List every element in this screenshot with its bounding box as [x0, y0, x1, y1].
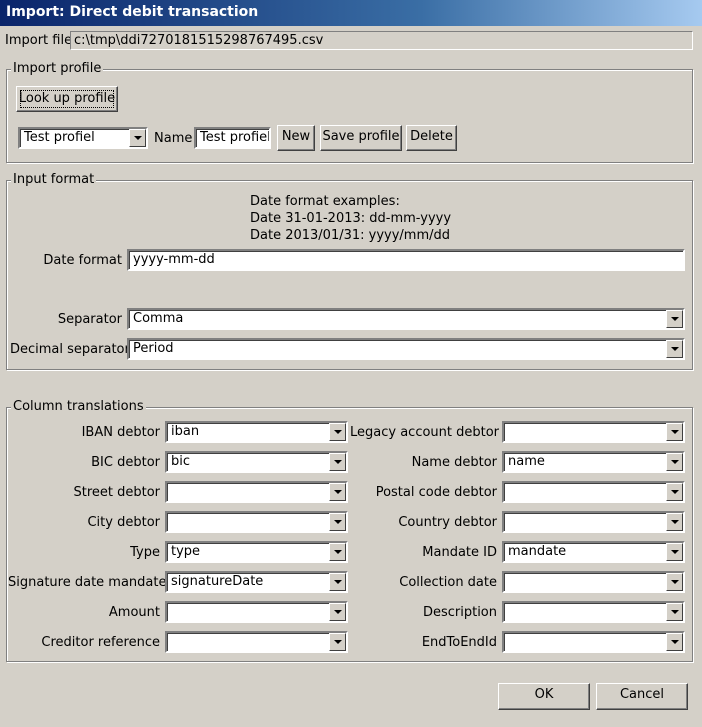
look-up-profile-button[interactable]: Look up profile	[16, 86, 118, 112]
chevron-down-icon[interactable]	[666, 423, 683, 441]
left-column-label: Signature date mandate	[8, 575, 167, 590]
ok-button[interactable]: OK	[498, 683, 590, 710]
right-column-label: Postal code debtor	[375, 485, 497, 500]
right-column-label: Collection date	[399, 575, 497, 590]
right-column-select[interactable]	[502, 421, 685, 443]
separator-select[interactable]: Comma	[127, 308, 685, 330]
column-translations-group: Column translations	[6, 399, 693, 662]
chevron-down-icon[interactable]	[666, 573, 683, 591]
left-column-label: Type	[130, 545, 160, 560]
right-column-select[interactable]	[502, 481, 685, 503]
decimal-separator-select[interactable]: Period	[127, 338, 685, 360]
separator-value: Comma	[133, 311, 184, 326]
chevron-down-icon[interactable]	[329, 543, 346, 561]
delete-profile-button[interactable]: Delete	[406, 125, 457, 151]
right-column-label: Country debtor	[398, 515, 497, 530]
window-title: Import: Direct debit transaction	[0, 0, 702, 26]
chevron-down-icon[interactable]	[666, 483, 683, 501]
cancel-button[interactable]: Cancel	[596, 683, 688, 710]
decimal-separator-value: Period	[133, 341, 174, 356]
chevron-down-icon[interactable]	[666, 513, 683, 531]
column-translations-title: Column translations	[11, 399, 146, 415]
right-column-label: EndToEndId	[421, 635, 497, 650]
date-examples-title: Date format examples:	[250, 194, 400, 209]
profile-name-field[interactable]: Test profiel	[194, 127, 271, 149]
left-column-select[interactable]	[165, 631, 348, 653]
decimal-separator-label: Decimal separator	[10, 342, 130, 357]
chevron-down-icon[interactable]	[666, 310, 683, 328]
profile-name-label: Name	[154, 131, 193, 146]
date-format-label: Date format	[43, 253, 122, 268]
date-format-field[interactable]: yyyy-mm-dd	[127, 249, 685, 271]
input-format-title: Input format	[11, 172, 97, 188]
chevron-down-icon[interactable]	[666, 453, 683, 471]
chevron-down-icon[interactable]	[329, 513, 346, 531]
left-column-select[interactable]: iban	[165, 421, 348, 443]
import-file-label: Import file	[5, 33, 73, 48]
new-profile-button[interactable]: New	[277, 125, 315, 151]
right-column-select[interactable]	[502, 511, 685, 533]
chevron-down-icon[interactable]	[666, 603, 683, 621]
right-column-select[interactable]	[502, 571, 685, 593]
left-column-value: type	[171, 544, 201, 559]
date-example-2: Date 2013/01/31: yyyy/mm/dd	[250, 228, 451, 243]
chevron-down-icon[interactable]	[666, 340, 683, 358]
chevron-down-icon[interactable]	[129, 129, 146, 147]
left-column-label: IBAN debtor	[81, 425, 160, 440]
chevron-down-icon[interactable]	[329, 483, 346, 501]
profile-select[interactable]: Test profiel	[18, 127, 148, 149]
import-profile-title: Import profile	[11, 61, 104, 77]
left-column-select[interactable]: bic	[165, 451, 348, 473]
chevron-down-icon[interactable]	[666, 543, 683, 561]
left-column-value: bic	[171, 454, 191, 469]
right-column-select[interactable]: mandate	[502, 541, 685, 563]
right-column-select[interactable]	[502, 631, 685, 653]
right-column-label: Name debtor	[411, 455, 497, 470]
date-example-1: Date 31-01-2013: dd-mm-yyyy	[250, 211, 452, 226]
right-column-label: Legacy account debtor	[350, 425, 500, 440]
chevron-down-icon[interactable]	[329, 453, 346, 471]
left-column-value: signatureDate	[171, 574, 264, 589]
chevron-down-icon[interactable]	[329, 573, 346, 591]
separator-label: Separator	[57, 312, 122, 327]
chevron-down-icon[interactable]	[329, 423, 346, 441]
left-column-label: Street debtor	[73, 485, 160, 500]
left-column-select[interactable]	[165, 601, 348, 623]
chevron-down-icon[interactable]	[666, 633, 683, 651]
right-column-value: mandate	[508, 544, 567, 559]
profile-select-value: Test profiel	[24, 130, 95, 145]
right-column-select[interactable]	[502, 601, 685, 623]
left-column-select[interactable]: type	[165, 541, 348, 563]
chevron-down-icon[interactable]	[329, 633, 346, 651]
left-column-value: iban	[171, 424, 200, 439]
right-column-value: name	[508, 454, 545, 469]
left-column-select[interactable]: signatureDate	[165, 571, 348, 593]
chevron-down-icon[interactable]	[329, 603, 346, 621]
left-column-label: Creditor reference	[41, 635, 160, 650]
left-column-label: BIC debtor	[91, 455, 160, 470]
right-column-label: Description	[422, 605, 497, 620]
left-column-label: Amount	[108, 605, 160, 620]
import-file-path: c:\tmp\ddi7270181515298767495.csv	[70, 31, 693, 50]
right-column-select[interactable]: name	[502, 451, 685, 473]
save-profile-button[interactable]: Save profile	[320, 125, 402, 151]
right-column-label: Mandate ID	[422, 545, 497, 560]
left-column-select[interactable]	[165, 481, 348, 503]
left-column-label: City debtor	[87, 515, 160, 530]
left-column-select[interactable]	[165, 511, 348, 533]
